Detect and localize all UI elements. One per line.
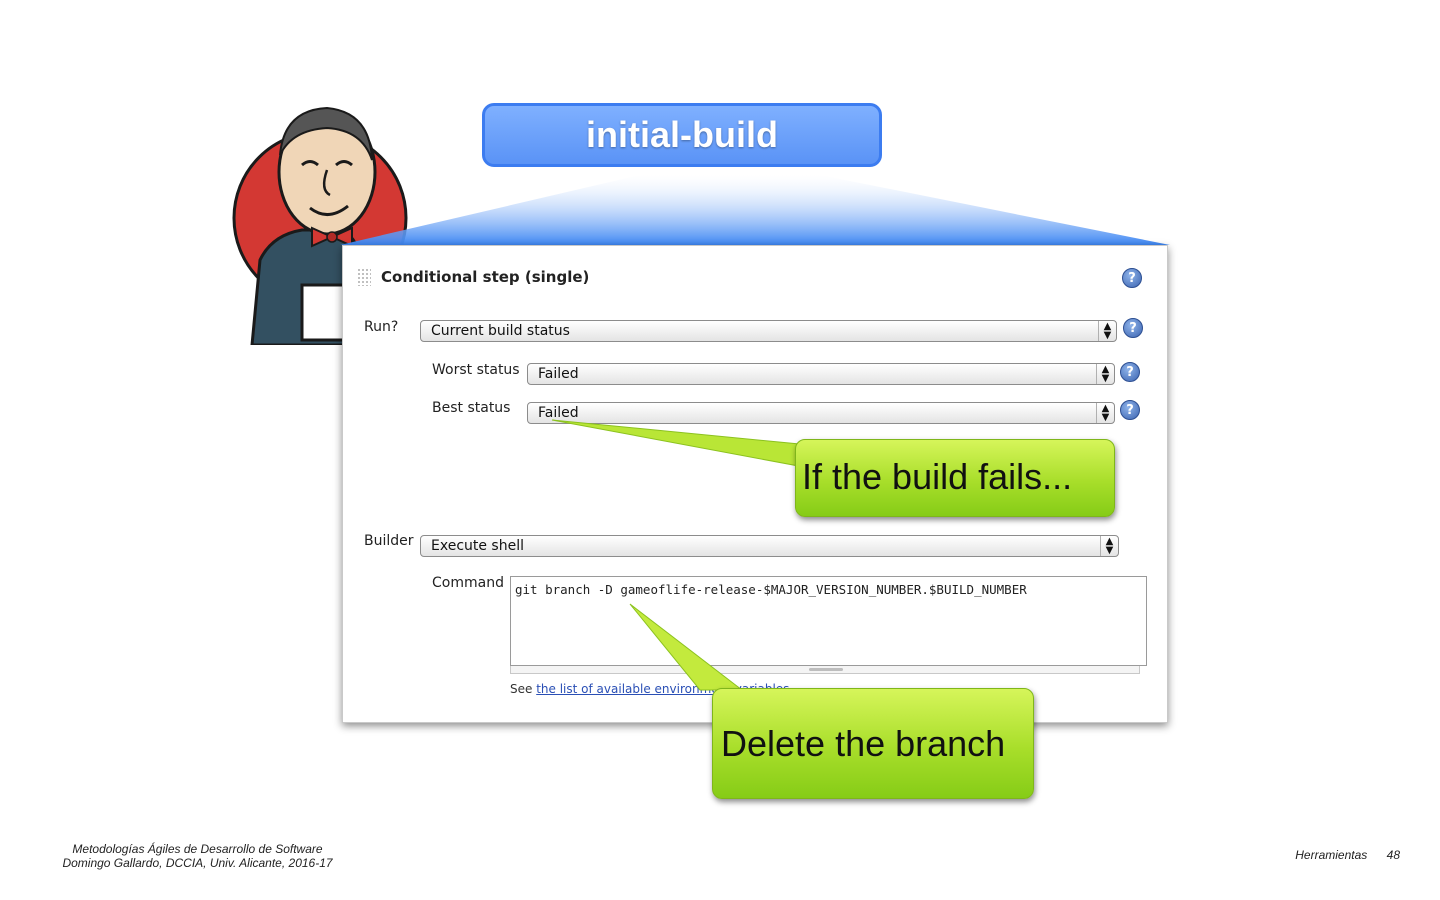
- footer-course: Metodologías Ágiles de Desarrollo de Sof…: [72, 842, 323, 856]
- page-number: 48: [1386, 848, 1400, 862]
- best-status-label: Best status: [432, 400, 511, 416]
- slide: initial-build Conditional step (single) …: [0, 0, 1440, 900]
- select-arrows-icon: ▲ ▼: [1096, 364, 1114, 384]
- footer-section-name: Herramientas: [1295, 848, 1368, 862]
- run-select[interactable]: Current build status ▲ ▼: [420, 320, 1117, 342]
- footer-section: Herramientas 48: [1279, 848, 1400, 862]
- footer-credits: Metodologías Ágiles de Desarrollo de Sof…: [55, 842, 340, 870]
- env-vars-prefix: See: [510, 682, 533, 696]
- command-label: Command: [432, 575, 504, 591]
- select-arrows-icon: ▲ ▼: [1098, 321, 1116, 341]
- select-arrows-icon: ▲ ▼: [1096, 403, 1114, 423]
- builder-select[interactable]: Execute shell ▲ ▼: [420, 535, 1119, 557]
- step-title: Conditional step (single): [381, 268, 590, 286]
- page-title: initial-build: [482, 103, 882, 167]
- footer-author: Domingo Gallardo, DCCIA, Univ. Alicante,…: [62, 856, 333, 870]
- run-label: Run?: [364, 319, 399, 335]
- run-select-value: Current build status: [431, 323, 570, 339]
- best-status-value: Failed: [538, 405, 579, 421]
- callout-build-fails: If the build fails...: [795, 439, 1115, 517]
- worst-status-label: Worst status: [432, 362, 520, 378]
- help-icon[interactable]: ?: [1120, 400, 1140, 420]
- help-icon[interactable]: ?: [1122, 268, 1142, 288]
- worst-status-select[interactable]: Failed ▲ ▼: [527, 363, 1115, 385]
- callout-delete-branch: Delete the branch: [712, 688, 1034, 799]
- help-icon[interactable]: ?: [1120, 362, 1140, 382]
- help-icon[interactable]: ?: [1123, 318, 1143, 338]
- textarea-resize-handle[interactable]: [510, 666, 1140, 674]
- select-arrows-icon: ▲ ▼: [1100, 536, 1118, 556]
- builder-select-value: Execute shell: [431, 538, 524, 554]
- title-beam: [340, 175, 1170, 245]
- best-status-select[interactable]: Failed ▲ ▼: [527, 402, 1115, 424]
- command-textarea[interactable]: git branch -D gameoflife-release-$MAJOR_…: [510, 576, 1147, 666]
- builder-label: Builder: [364, 533, 414, 549]
- worst-status-value: Failed: [538, 366, 579, 382]
- drag-handle[interactable]: [357, 268, 371, 286]
